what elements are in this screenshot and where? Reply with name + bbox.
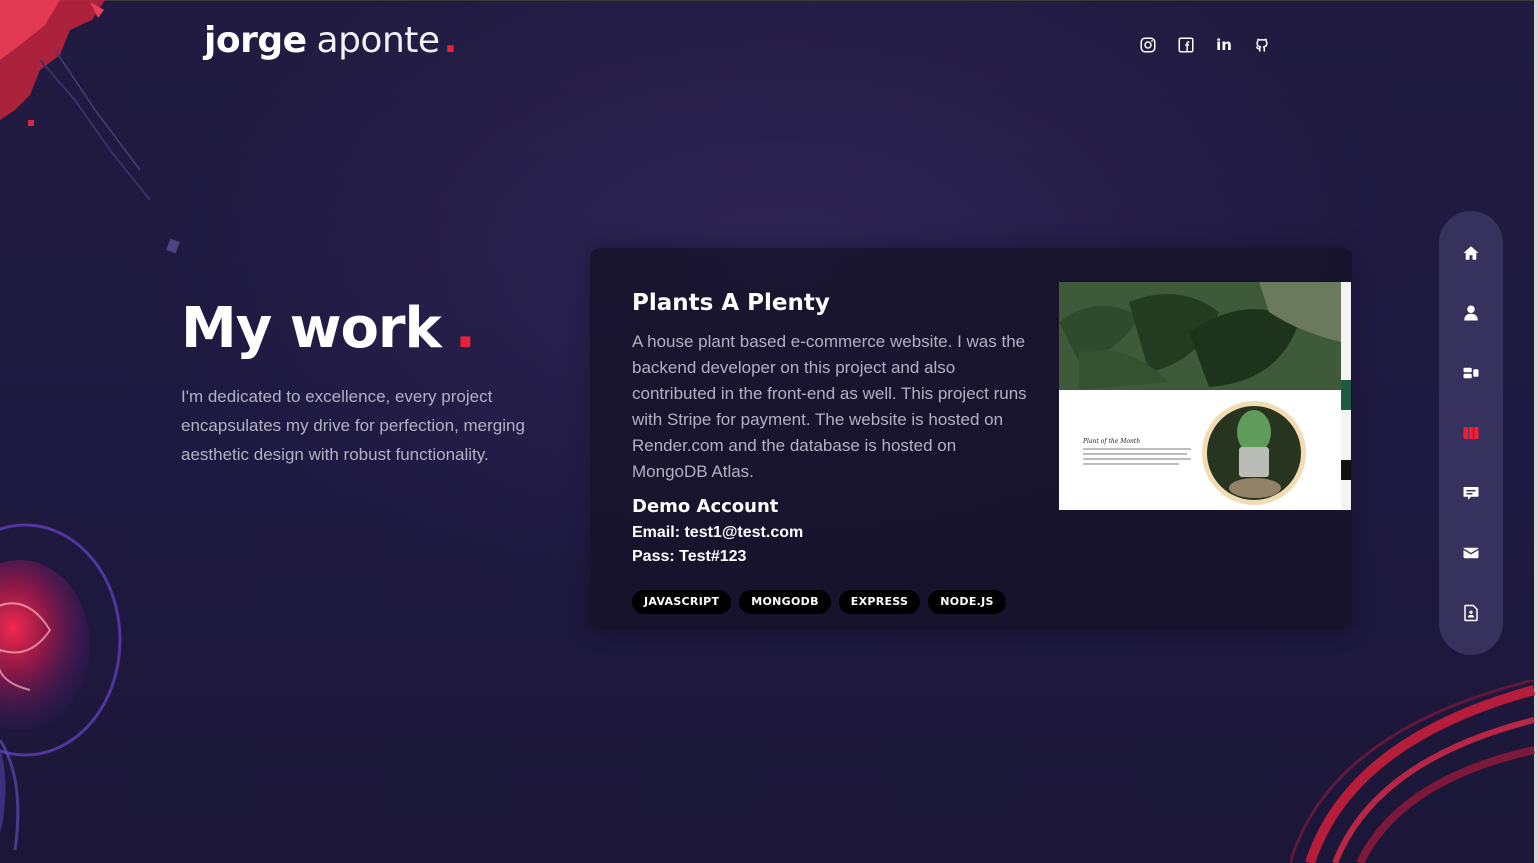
tag-express: EXPRESS xyxy=(838,590,921,614)
linkedin-icon: in xyxy=(1216,36,1232,54)
nav-work[interactable] xyxy=(1459,421,1483,445)
nav-about[interactable] xyxy=(1459,301,1483,325)
intro-description: I'm dedicated to excellence, every proje… xyxy=(181,387,525,464)
tag-nodejs: NODE.JS xyxy=(928,590,1006,614)
website-screenshot: Plant of the Month xyxy=(1059,282,1351,510)
work-icon xyxy=(1463,427,1479,439)
instagram-icon xyxy=(1140,37,1156,53)
page: jorge aponte . in My work . I'm dedicate… xyxy=(0,0,1538,863)
demo-email: Email: test1@test.com xyxy=(632,524,804,541)
title-accent-dot: . xyxy=(454,296,476,361)
linkedin-link[interactable]: in xyxy=(1214,35,1234,55)
preview-caption: Plant of the Month xyxy=(1082,438,1140,445)
github-icon xyxy=(1256,38,1268,52)
mail-icon xyxy=(1463,547,1479,559)
facebook-icon xyxy=(1178,37,1194,53)
project-preview-image[interactable]: Plant of the Month xyxy=(1059,282,1351,510)
logo-accent-dot: . xyxy=(443,20,458,61)
home-icon xyxy=(1463,246,1479,260)
resume-icon xyxy=(1464,604,1478,622)
project-title: Plants A Plenty xyxy=(632,290,830,316)
nav-contact[interactable] xyxy=(1459,541,1483,565)
instagram-link[interactable] xyxy=(1138,35,1158,55)
brain-bulb-decoration xyxy=(0,523,122,851)
nav-home[interactable] xyxy=(1459,241,1483,265)
swirl-decoration xyxy=(1290,680,1536,863)
social-links: in xyxy=(1138,35,1272,55)
page-title: My work . xyxy=(181,296,476,361)
services-icon xyxy=(1463,367,1479,379)
demo-password: Pass: Test#123 xyxy=(632,548,747,565)
user-icon xyxy=(1464,305,1478,321)
logo-first-name: jorge xyxy=(204,20,307,61)
tech-tags: JAVASCRIPT MONGODB EXPRESS NODE.JS xyxy=(632,590,1006,614)
window-top-border xyxy=(0,0,1538,1)
nav-resume[interactable] xyxy=(1459,601,1483,625)
paint-splash-decoration xyxy=(0,0,180,254)
tag-mongodb: MONGODB xyxy=(739,590,831,614)
site-logo[interactable]: jorge aponte . xyxy=(204,20,457,61)
nav-services[interactable] xyxy=(1459,361,1483,385)
logo-last-name: aponte xyxy=(316,20,441,61)
demo-account-heading: Demo Account xyxy=(632,496,779,517)
tag-javascript: JAVASCRIPT xyxy=(632,590,732,614)
testimonials-icon xyxy=(1463,487,1479,500)
side-navigation xyxy=(1439,211,1503,655)
facebook-link[interactable] xyxy=(1176,35,1196,55)
page-title-text: My work xyxy=(181,296,442,361)
project-description: A house plant based e-commerce website. … xyxy=(632,332,1027,481)
github-link[interactable] xyxy=(1252,35,1272,55)
project-card: Plants A Plenty A house plant based e-co… xyxy=(590,248,1352,629)
nav-testimonials[interactable] xyxy=(1459,481,1483,505)
